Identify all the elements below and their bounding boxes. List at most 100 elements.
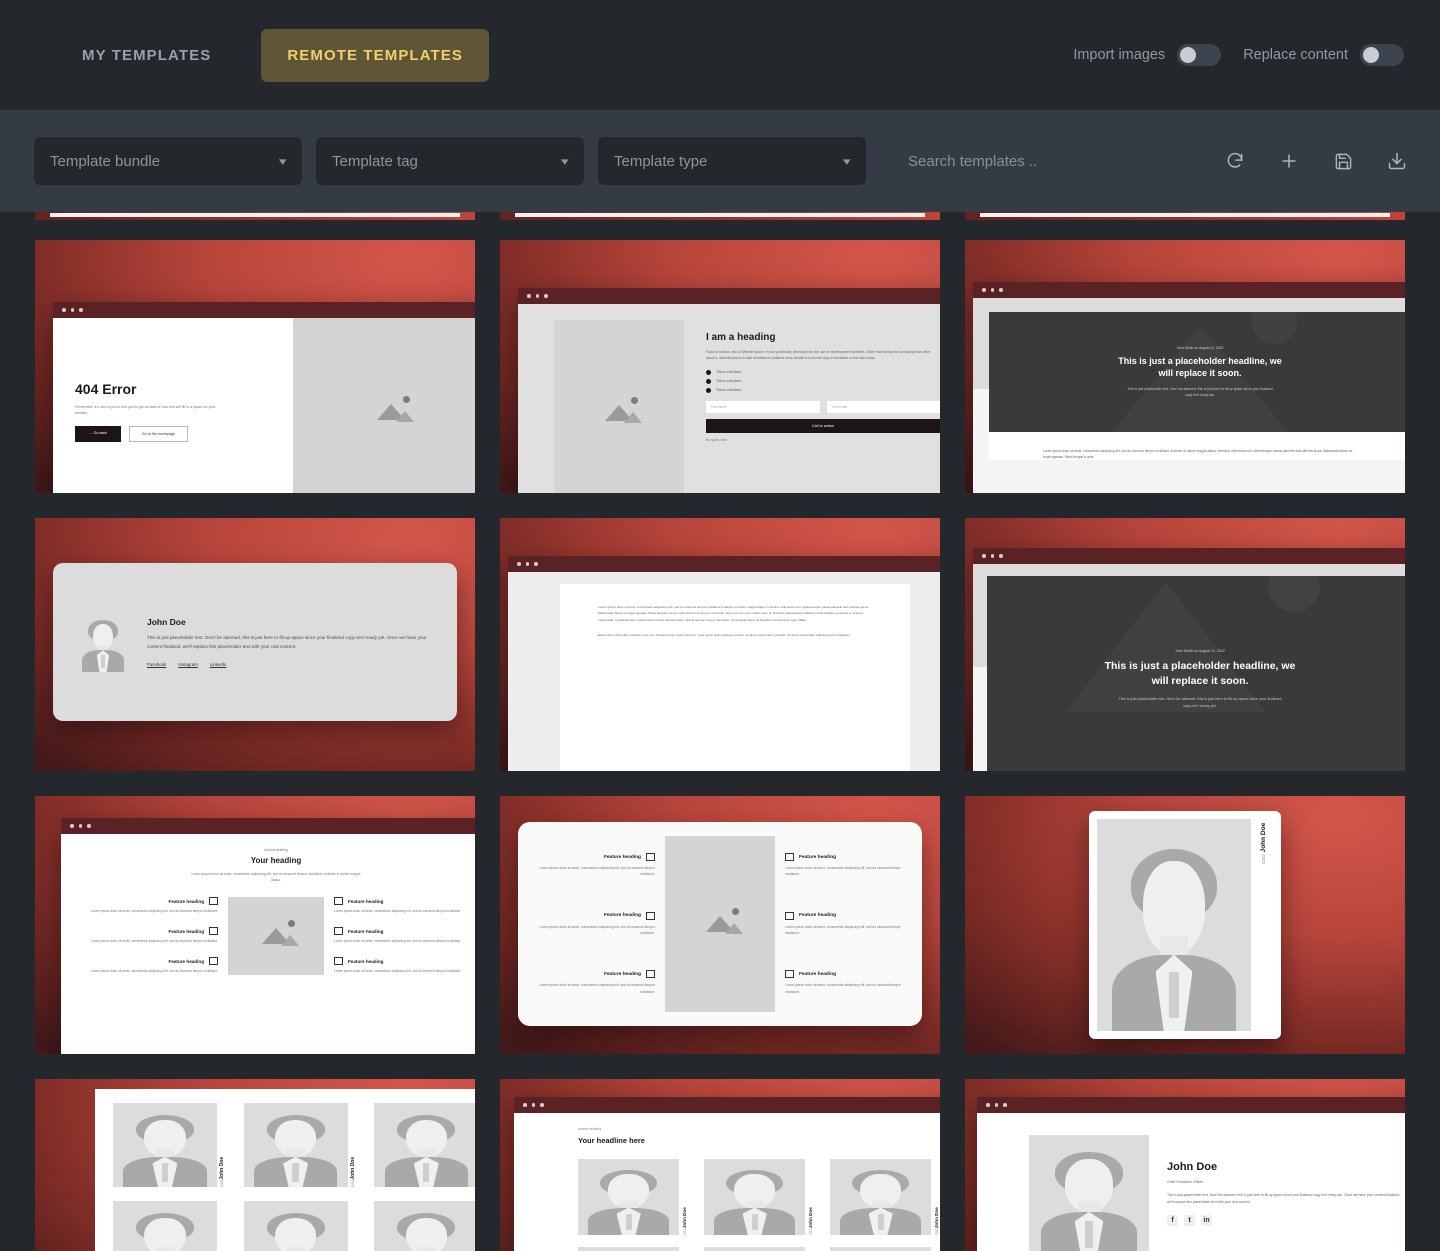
link-facebook[interactable]: Facebook	[147, 662, 166, 667]
list-item: This is a list item.	[716, 388, 742, 393]
portrait-item[interactable]: CEOJohn Doe	[578, 1159, 688, 1235]
window-dots	[61, 818, 475, 834]
import-images-switch[interactable]	[1177, 44, 1222, 66]
template-tag-select[interactable]: Template tag ▾	[316, 137, 584, 185]
import-icon[interactable]	[1384, 148, 1410, 174]
template-card[interactable]: John Smith on August 11, 2022 This is ju…	[965, 240, 1405, 493]
profile-body: This is just placeholder text. Don't be …	[147, 635, 427, 649]
email-input[interactable]: Your Email	[826, 400, 940, 413]
go-back-button[interactable]: ← Go back	[75, 426, 121, 443]
portrait-role: CEO	[1261, 854, 1267, 865]
avatar	[704, 1247, 806, 1251]
feature-block: Feature heading Lorem ipsum dolor sit am…	[785, 853, 906, 878]
link-instagram[interactable]: Instagram	[178, 662, 198, 667]
portrait-item[interactable]: CEOJohn Doe	[243, 1201, 357, 1251]
template-card[interactable]: Accent heading Your heading Lorem ipsum …	[35, 796, 475, 1054]
avatar	[830, 1247, 932, 1251]
save-icon[interactable]	[1330, 148, 1356, 174]
portrait-label: CEOJohn Doe	[934, 1247, 940, 1251]
add-icon[interactable]	[1276, 148, 1302, 174]
search-field-wrap	[894, 137, 1198, 185]
image-icon	[334, 897, 343, 906]
template-card[interactable]: CEOJohn Doe CEOJohn Doe CEOJohn Doe CEOJ…	[35, 1079, 475, 1251]
search-input[interactable]	[908, 152, 1184, 170]
avatar	[578, 1247, 680, 1251]
template-card[interactable]: John Doe Chief Executive Officer This is…	[965, 1079, 1405, 1251]
portrait-label: CEOJohn Doe	[219, 1103, 226, 1187]
avatar	[243, 1103, 348, 1187]
chevron-down-icon: ▾	[279, 155, 288, 168]
chevron-down-icon: ▾	[561, 155, 570, 168]
first-name-input[interactable]: First Name	[706, 400, 820, 413]
avatar	[578, 1159, 680, 1235]
portrait-label: CEOJohn Doe	[808, 1159, 814, 1235]
portrait-item[interactable]: CEOJohn Doe	[243, 1103, 357, 1187]
feature-title: Feature heading	[348, 958, 384, 964]
template-subheading: Lorem ipsum dolor sit amet, consectetur …	[191, 872, 361, 883]
feature-title: Feature heading	[799, 971, 837, 977]
tab-my-templates[interactable]: MY TEMPLATES	[56, 29, 237, 82]
portrait-item[interactable]: CEOJohn Doe	[704, 1247, 814, 1251]
template-card[interactable]: CEO John Doe	[965, 796, 1405, 1054]
template-type-select[interactable]: Template type ▾	[598, 137, 866, 185]
article-paragraph: Elementum nibh tellus molestie nunc non.…	[598, 633, 851, 638]
template-grid-scroll[interactable]: 404 Error Remember, it's nice to put in …	[0, 212, 1440, 1251]
template-card[interactable]: John Doe This is just placeholder text. …	[35, 518, 475, 771]
avatar	[113, 1103, 217, 1187]
feature-body: Lorem ipsum dolor sit amet, consectetur …	[334, 909, 462, 914]
portrait-item[interactable]: CEOJohn Doe	[830, 1159, 940, 1235]
switch-knob	[1363, 47, 1379, 63]
image-icon	[334, 927, 343, 936]
template-card-partial[interactable]	[965, 212, 1405, 220]
portrait-name: John Doe	[682, 1207, 688, 1229]
feature-block: Feature heading Lorem ipsum dolor sit am…	[77, 897, 218, 915]
feature-block: Feature heading Lorem ipsum dolor sit am…	[534, 911, 655, 937]
cta-button[interactable]: Call to action	[706, 418, 940, 433]
template-card[interactable]: 404 Error Remember, it's nice to put in …	[35, 240, 475, 493]
window-dots	[508, 556, 940, 572]
portrait-item[interactable]: CEOJohn Doe	[830, 1247, 940, 1251]
template-card[interactable]: John Smith on August 11, 2022 This is ju…	[965, 518, 1405, 771]
list-item: This is a list item.	[716, 379, 742, 384]
template-tabs: MY TEMPLATES REMOTE TEMPLATES	[56, 28, 489, 82]
link-linkedin[interactable]: LinkedIn	[210, 662, 227, 667]
twitter-icon[interactable]: t	[1184, 1215, 1195, 1227]
feature-body: Lorem ipsum dolor sit amet, consectetur …	[785, 924, 901, 935]
accent-heading: accent heading	[578, 1127, 601, 1131]
accent-heading: Accent heading	[264, 848, 288, 852]
portrait-item[interactable]: CEOJohn Doe	[113, 1103, 226, 1187]
feature-block: Feature heading Lorem ipsum dolor sit am…	[77, 957, 218, 975]
feature-title: Feature heading	[348, 898, 384, 904]
homepage-button[interactable]: Go to the homepage	[128, 426, 188, 443]
template-card[interactable]: Lorem ipsum dolor sit amet, consectetur …	[500, 518, 940, 771]
template-card[interactable]: accent heading Your headline here CEOJoh…	[500, 1079, 940, 1251]
template-card[interactable]: I am a heading If you're curious, this i…	[500, 240, 940, 493]
portrait-item[interactable]: CEOJohn Doe	[374, 1103, 475, 1187]
avatar	[1097, 819, 1251, 1031]
feature-body: Lorem ipsum dolor sit amet, consectetur …	[334, 939, 462, 944]
template-heading: Your headline here	[578, 1136, 645, 1145]
refresh-icon[interactable]	[1222, 148, 1248, 174]
facebook-icon[interactable]: f	[1167, 1215, 1178, 1227]
tab-remote-templates[interactable]: REMOTE TEMPLATES	[261, 28, 489, 82]
portrait-role: CEO	[935, 1228, 940, 1235]
feature-body: Lorem ipsum dolor sit amet, consectetur …	[785, 983, 901, 994]
linkedin-icon[interactable]: in	[1201, 1215, 1212, 1227]
avatar	[374, 1201, 475, 1251]
template-card-partial[interactable]	[500, 212, 940, 220]
feature-title: Feature heading	[799, 913, 837, 919]
portrait-item[interactable]: CEOJohn Doe	[113, 1201, 226, 1251]
replace-content-switch[interactable]	[1360, 44, 1404, 66]
image-icon	[785, 853, 794, 862]
check-icon	[706, 387, 711, 393]
portrait-item[interactable]: CEOJohn Doe	[704, 1159, 814, 1235]
portrait-item[interactable]: CEOJohn Doe	[578, 1247, 688, 1251]
avatar	[830, 1159, 932, 1235]
toolbar-actions	[1212, 148, 1410, 174]
feature-title: Feature heading	[603, 854, 641, 860]
template-card[interactable]: Feature heading Lorem ipsum dolor sit am…	[500, 796, 940, 1054]
template-card-partial[interactable]	[35, 212, 475, 220]
template-bundle-select[interactable]: Template bundle ▾	[34, 137, 302, 185]
window-dots	[973, 282, 1405, 298]
portrait-item[interactable]: CEOJohn Doe	[374, 1201, 475, 1251]
